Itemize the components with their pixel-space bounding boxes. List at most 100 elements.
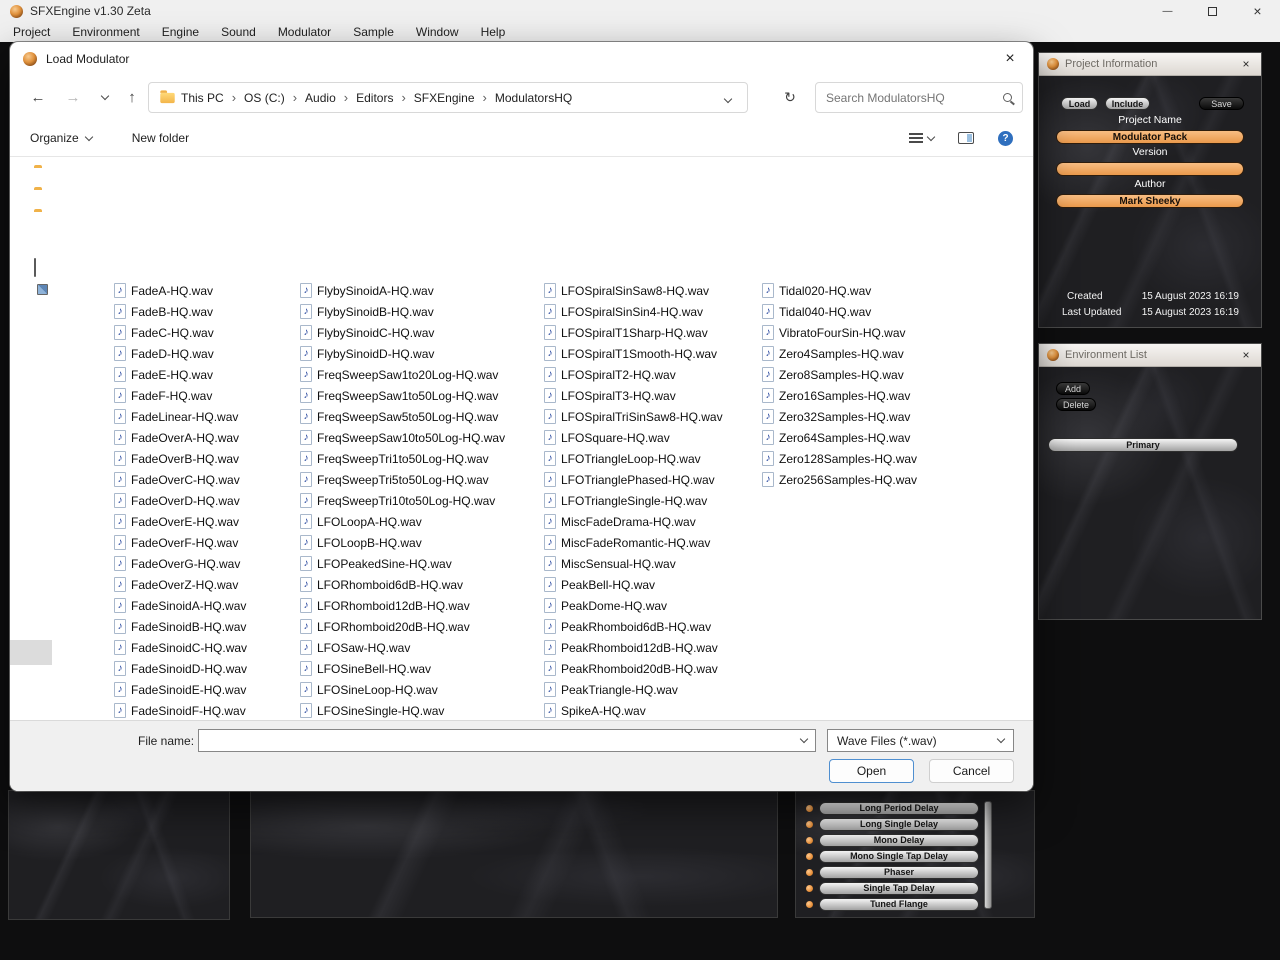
organize-button[interactable]: Organize	[30, 131, 92, 145]
file-item[interactable]: ♪ LFOTrianglePhased-HQ.wav	[544, 469, 723, 490]
environment-item[interactable]: Primary	[1048, 438, 1238, 452]
project-name-field[interactable]: Modulator Pack	[1056, 130, 1244, 144]
file-item[interactable]: ♪ LFOSquare-HQ.wav	[544, 427, 723, 448]
file-item[interactable]: ♪ FreqSweepTri1to50Log-HQ.wav	[300, 448, 505, 469]
file-item[interactable]: ♪ LFORhomboid6dB-HQ.wav	[300, 574, 505, 595]
file-item[interactable]: ♪ FadeSinoidA-HQ.wav	[114, 595, 248, 616]
effect-button[interactable]: Phaser	[819, 866, 979, 879]
address-dropdown-button[interactable]	[725, 89, 731, 107]
up-button[interactable]: ↑	[117, 75, 147, 120]
file-item[interactable]: ♪ FlybySinoidD-HQ.wav	[300, 343, 505, 364]
file-item[interactable]: ♪ MiscFadeDrama-HQ.wav	[544, 511, 723, 532]
menu-item[interactable]: Engine	[151, 22, 210, 42]
effect-button[interactable]: Mono Delay	[819, 834, 979, 847]
effect-button[interactable]: Long Period Delay	[819, 802, 979, 815]
file-item[interactable]: ♪ FadeLinear-HQ.wav	[114, 406, 248, 427]
file-item[interactable]: ♪ LFOSpiralT1Smooth-HQ.wav	[544, 343, 723, 364]
file-item[interactable]: ♪ Zero64Samples-HQ.wav	[762, 427, 917, 448]
file-item[interactable]: ♪ LFOSineLoop-HQ.wav	[300, 679, 505, 700]
file-item[interactable]: ♪ LFOSineSingle-HQ.wav	[300, 700, 505, 721]
file-item[interactable]: ♪ LFOLoopA-HQ.wav	[300, 511, 505, 532]
file-item[interactable]: ♪ FadeSinoidE-HQ.wav	[114, 679, 248, 700]
breadcrumb-item[interactable]: Editors ›	[351, 90, 409, 105]
effect-button[interactable]: Mono Single Tap Delay	[819, 850, 979, 863]
file-item[interactable]: ♪ LFOSpiralSinSaw8-HQ.wav	[544, 280, 723, 301]
file-item[interactable]: ♪ Zero128Samples-HQ.wav	[762, 448, 917, 469]
breadcrumb-item[interactable]: SFXEngine ›	[409, 90, 490, 105]
breadcrumb-item[interactable]: OS (C:) ›	[239, 90, 300, 105]
file-item[interactable]: ♪ FlybySinoidB-HQ.wav	[300, 301, 505, 322]
menu-item[interactable]: Modulator	[267, 22, 342, 42]
file-item[interactable]: ♪ LFOSpiralTriSinSaw8-HQ.wav	[544, 406, 723, 427]
file-item[interactable]: ♪ FadeSinoidF-HQ.wav	[114, 700, 248, 721]
file-item[interactable]: ♪ LFOSineBell-HQ.wav	[300, 658, 505, 679]
preview-pane-icon[interactable]	[958, 132, 974, 144]
refresh-button[interactable]: ↻	[773, 82, 807, 113]
author-field[interactable]: Mark Sheeky	[1056, 194, 1244, 208]
file-item[interactable]: ♪ FreqSweepSaw1to50Log-HQ.wav	[300, 385, 505, 406]
breadcrumb-item[interactable]: This PC ›	[176, 90, 239, 105]
close-icon[interactable]: ×	[1239, 348, 1253, 362]
effects-scrollbar[interactable]	[984, 801, 992, 909]
search-input[interactable]	[826, 91, 1003, 105]
file-item[interactable]: ♪ FadeA-HQ.wav	[114, 280, 248, 301]
file-item[interactable]: ♪ FreqSweepSaw10to50Log-HQ.wav	[300, 427, 505, 448]
file-item[interactable]: ♪ LFOPeakedSine-HQ.wav	[300, 553, 505, 574]
file-item[interactable]: ♪ PeakDome-HQ.wav	[544, 595, 723, 616]
address-bar[interactable]: This PC › OS (C:) › Audio ›	[148, 82, 748, 113]
back-button[interactable]: ←	[23, 75, 53, 120]
file-name-dropdown-button[interactable]	[793, 739, 815, 742]
file-item[interactable]: ♪ FreqSweepSaw1to20Log-HQ.wav	[300, 364, 505, 385]
close-button[interactable]: ×	[1235, 0, 1280, 22]
new-folder-button[interactable]: New folder	[132, 131, 189, 145]
load-button[interactable]: Load	[1061, 97, 1098, 110]
file-item[interactable]: ♪ SpikeA-HQ.wav	[544, 700, 723, 721]
nav-pane-scrollbar[interactable]	[10, 640, 52, 665]
effect-button[interactable]: Tuned Flange	[819, 898, 979, 911]
file-item[interactable]: ♪ FadeOverD-HQ.wav	[114, 490, 248, 511]
breadcrumb-item[interactable]: Audio ›	[300, 90, 351, 105]
file-item[interactable]: ♪ Zero8Samples-HQ.wav	[762, 364, 917, 385]
file-item[interactable]: ♪ LFOSpiralT3-HQ.wav	[544, 385, 723, 406]
file-item[interactable]: ♪ FadeOverA-HQ.wav	[114, 427, 248, 448]
menu-item[interactable]: Help	[470, 22, 517, 42]
file-item[interactable]: ♪ LFOTriangleLoop-HQ.wav	[544, 448, 723, 469]
dialog-close-button[interactable]: ×	[987, 42, 1033, 75]
file-item[interactable]: ♪ LFOSaw-HQ.wav	[300, 637, 505, 658]
file-item[interactable]: ♪ FadeSinoidD-HQ.wav	[114, 658, 248, 679]
cancel-button[interactable]: Cancel	[929, 759, 1014, 783]
file-item[interactable]: ♪ MiscSensual-HQ.wav	[544, 553, 723, 574]
file-item[interactable]: ♪ FadeOverG-HQ.wav	[114, 553, 248, 574]
delete-button[interactable]: Delete	[1056, 398, 1096, 411]
file-item[interactable]: ♪ FadeF-HQ.wav	[114, 385, 248, 406]
file-item[interactable]: ♪ Zero16Samples-HQ.wav	[762, 385, 917, 406]
effect-button[interactable]: Single Tap Delay	[819, 882, 979, 895]
add-button[interactable]: Add	[1056, 382, 1090, 395]
menu-item[interactable]: Environment	[61, 22, 150, 42]
file-item[interactable]: ♪ Zero4Samples-HQ.wav	[762, 343, 917, 364]
file-item[interactable]: ♪ PeakBell-HQ.wav	[544, 574, 723, 595]
file-item[interactable]: ♪ MiscFadeRomantic-HQ.wav	[544, 532, 723, 553]
forward-button[interactable]: →	[58, 75, 88, 120]
recent-locations-button[interactable]	[90, 75, 120, 120]
file-item[interactable]: ♪ FadeOverE-HQ.wav	[114, 511, 248, 532]
file-item[interactable]: ♪ FadeSinoidB-HQ.wav	[114, 616, 248, 637]
menu-item[interactable]: Project	[2, 22, 61, 42]
file-item[interactable]: ♪ FreqSweepSaw5to50Log-HQ.wav	[300, 406, 505, 427]
file-item[interactable]: ♪ PeakTriangle-HQ.wav	[544, 679, 723, 700]
menu-item[interactable]: Sound	[210, 22, 267, 42]
version-field[interactable]	[1056, 162, 1244, 176]
effect-button[interactable]: Long Single Delay	[819, 818, 979, 831]
file-item[interactable]: ♪ LFOSpiralT2-HQ.wav	[544, 364, 723, 385]
file-item[interactable]: ♪ FlybySinoidC-HQ.wav	[300, 322, 505, 343]
save-button[interactable]: Save	[1199, 97, 1244, 110]
close-icon[interactable]: ×	[1239, 57, 1253, 71]
file-item[interactable]: ♪ FreqSweepTri5to50Log-HQ.wav	[300, 469, 505, 490]
file-item[interactable]: ♪ LFORhomboid12dB-HQ.wav	[300, 595, 505, 616]
breadcrumb-item[interactable]: ModulatorsHQ ›	[490, 91, 577, 105]
include-button[interactable]: Include	[1105, 97, 1150, 110]
file-item[interactable]: ♪ FadeD-HQ.wav	[114, 343, 248, 364]
file-item[interactable]: ♪ Zero256Samples-HQ.wav	[762, 469, 917, 490]
file-name-input[interactable]	[199, 730, 793, 751]
file-item[interactable]: ♪ FadeOverC-HQ.wav	[114, 469, 248, 490]
